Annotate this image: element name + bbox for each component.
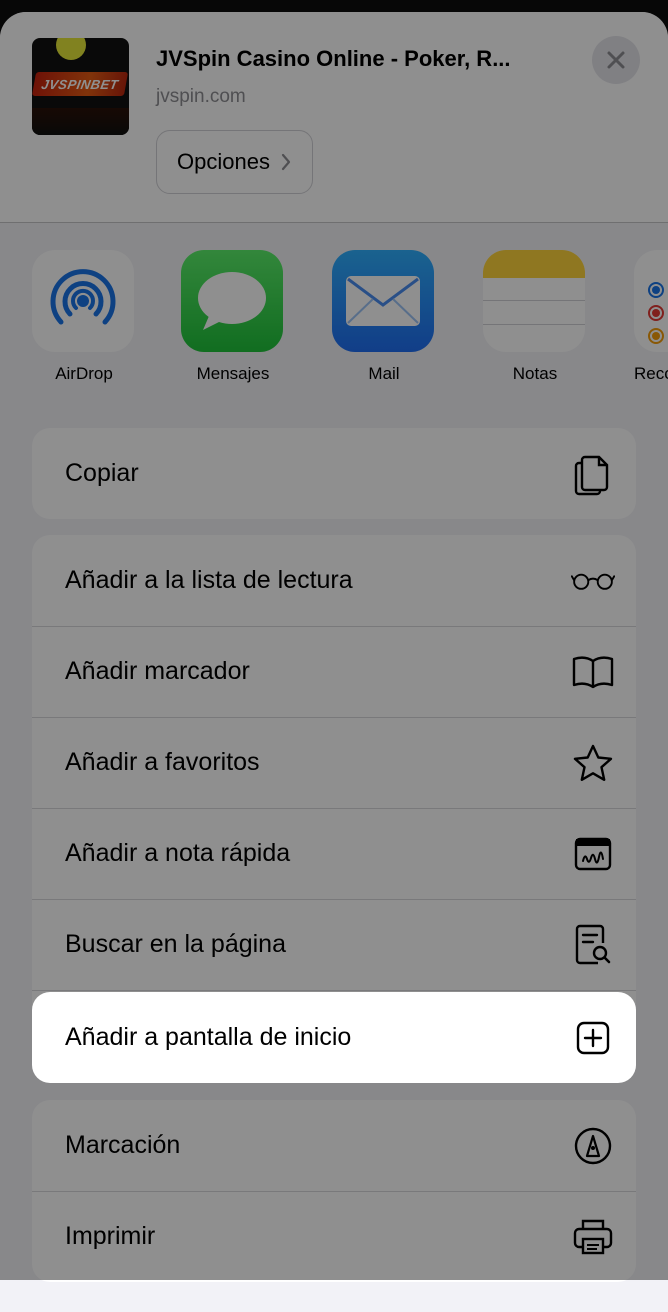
action-find-in-page[interactable]: Buscar en la página <box>32 899 636 990</box>
app-share-row: AirDrop Mensajes Mail Notas Rec <box>0 250 668 400</box>
app-label: AirDrop <box>55 364 113 383</box>
thumbnail-glow <box>32 108 129 135</box>
action-add-favorites[interactable]: Añadir a favoritos <box>32 717 636 808</box>
star-icon <box>571 741 615 785</box>
app-mail[interactable]: Mail <box>332 250 436 384</box>
share-header: JVSPINBET JVSpin Casino Online - Poker, … <box>0 12 668 222</box>
action-label: Añadir a la lista de lectura <box>65 566 353 594</box>
messages-icon <box>181 250 283 352</box>
share-sheet: JVSPINBET JVSpin Casino Online - Poker, … <box>0 12 668 1312</box>
app-messages[interactable]: Mensajes <box>181 250 285 384</box>
page-title: JVSpin Casino Online - Poker, R... <box>156 46 511 71</box>
mail-icon <box>332 250 434 352</box>
glasses-icon <box>571 559 615 603</box>
app-label: Mensajes <box>196 364 270 383</box>
page-domain: jvspin.com <box>156 86 246 107</box>
notes-icon <box>483 250 585 352</box>
action-label: Añadir marcador <box>65 657 250 685</box>
action-label: Marcación <box>65 1131 181 1159</box>
printer-icon <box>571 1215 615 1259</box>
markup-icon <box>571 1124 615 1168</box>
action-label: Añadir a pantalla de inicio <box>65 1023 352 1051</box>
action-label: Copiar <box>65 459 139 487</box>
airdrop-icon <box>32 250 134 352</box>
book-icon <box>571 650 615 694</box>
action-add-bookmark[interactable]: Añadir marcador <box>32 626 636 717</box>
app-reminders[interactable]: Reco <box>634 250 668 384</box>
reminders-icon <box>634 250 668 352</box>
app-label: Notas <box>512 364 558 383</box>
close-button[interactable] <box>592 36 640 84</box>
action-label: Imprimir <box>65 1222 156 1250</box>
options-button[interactable]: Opciones <box>156 130 313 194</box>
header-divider <box>0 222 668 223</box>
find-in-page-icon <box>571 923 615 967</box>
site-logo: JVSPINBET <box>32 72 129 96</box>
site-thumbnail: JVSPINBET <box>32 38 129 135</box>
close-icon <box>607 51 625 69</box>
chevron-right-icon <box>281 153 291 171</box>
add-square-icon <box>571 1016 615 1060</box>
action-add-reading-list[interactable]: Añadir a la lista de lectura <box>32 535 636 626</box>
action-add-quick-note[interactable]: Añadir a nota rápida <box>32 808 636 899</box>
action-copy[interactable]: Copiar <box>32 428 636 519</box>
action-add-home-screen[interactable]: Añadir a pantalla de inicio <box>32 992 636 1083</box>
app-label: Mail <box>368 364 400 383</box>
action-markup[interactable]: Marcación <box>32 1100 636 1191</box>
action-label: Añadir a favoritos <box>65 748 260 776</box>
action-group-other: Marcación Imprimir <box>32 1100 636 1282</box>
options-label: Opciones <box>177 149 270 174</box>
action-print[interactable]: Imprimir <box>32 1191 636 1282</box>
app-label: Reco <box>634 364 668 383</box>
action-group-copy: Copiar <box>32 428 636 519</box>
app-airdrop[interactable]: AirDrop <box>32 250 136 384</box>
action-label: Buscar en la página <box>65 930 286 958</box>
quick-note-icon <box>571 832 615 876</box>
app-notes[interactable]: Notas <box>483 250 587 384</box>
copy-icon <box>571 452 615 496</box>
tennis-ball-graphic <box>56 38 86 60</box>
action-label: Añadir a nota rápida <box>65 839 291 867</box>
